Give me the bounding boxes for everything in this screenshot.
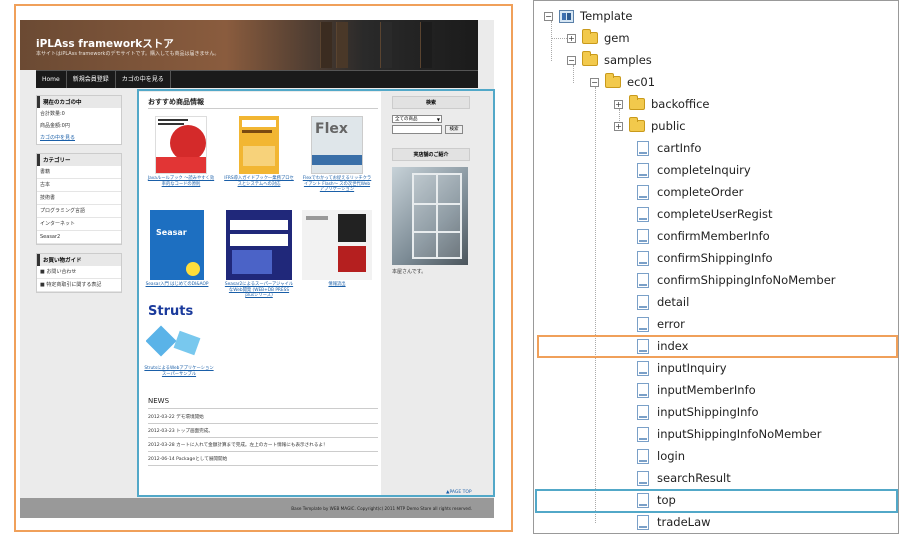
tree-file[interactable]: inputMemberInfo <box>637 381 756 399</box>
tree-folder-ec01[interactable]: − ec01 <box>590 73 655 91</box>
tree-file-label[interactable]: error <box>657 317 685 331</box>
collapse-icon[interactable]: − <box>567 55 576 65</box>
tree-file[interactable]: error <box>637 315 685 333</box>
tree-file-label[interactable]: confirmShippingInfoNoMember <box>657 273 836 287</box>
file-icon <box>637 382 649 398</box>
tree-file-label[interactable]: confirmMemberInfo <box>657 229 770 243</box>
collapse-icon[interactable]: − <box>590 77 599 87</box>
tree-file[interactable]: confirmMemberInfo <box>637 227 770 245</box>
tree-root[interactable]: − Template <box>544 7 632 25</box>
tree-file[interactable]: detail <box>637 293 689 311</box>
expand-icon[interactable]: + <box>567 33 576 43</box>
file-icon <box>637 140 649 156</box>
folder-icon <box>629 95 645 110</box>
tree-folder-label[interactable]: backoffice <box>651 97 709 111</box>
tree-file[interactable]: inputShippingInfoNoMember <box>637 425 821 443</box>
tree-file-label[interactable]: tradeLaw <box>657 515 711 529</box>
file-icon <box>637 426 649 442</box>
folder-open-icon <box>605 73 621 88</box>
folder-icon <box>629 117 645 132</box>
tree-file[interactable]: confirmShippingInfo <box>637 249 773 267</box>
tree-folder-label[interactable]: samples <box>604 53 652 67</box>
tree-folder-label[interactable]: gem <box>604 31 630 45</box>
file-icon <box>637 228 649 244</box>
tree-file-label[interactable]: inputMemberInfo <box>657 383 756 397</box>
highlight-index-file <box>537 335 898 358</box>
template-root-icon <box>559 9 574 23</box>
file-icon <box>637 470 649 486</box>
tree-file-label[interactable]: cartInfo <box>657 141 701 155</box>
tree-file[interactable]: searchResult <box>637 469 731 487</box>
file-icon <box>637 250 649 266</box>
file-icon <box>637 316 649 332</box>
tree-file[interactable]: confirmShippingInfoNoMember <box>637 271 836 289</box>
file-icon <box>637 514 649 530</box>
file-icon <box>637 272 649 288</box>
folder-open-icon <box>582 51 598 66</box>
tree-folder-label[interactable]: ec01 <box>627 75 655 89</box>
tree-folder-label[interactable]: public <box>651 119 686 133</box>
tree-file[interactable]: completeUserRegist <box>637 205 772 223</box>
highlight-top-file <box>535 489 898 513</box>
tree-file-label[interactable]: detail <box>657 295 689 309</box>
tree-file[interactable]: completeInquiry <box>637 161 751 179</box>
tree-file[interactable]: completeOrder <box>637 183 743 201</box>
expand-icon[interactable]: + <box>614 99 623 109</box>
tree-folder-backoffice[interactable]: + backoffice <box>614 95 709 113</box>
file-icon <box>637 162 649 178</box>
tree-file[interactable]: inputInquiry <box>637 359 727 377</box>
template-tree: − Template + gem − samples − ec01 + back… <box>533 0 899 534</box>
tree-file[interactable]: tradeLaw <box>637 513 711 531</box>
file-icon <box>637 184 649 200</box>
collapse-icon[interactable]: − <box>544 11 553 21</box>
tree-file-label[interactable]: confirmShippingInfo <box>657 251 773 265</box>
tree-file-label[interactable]: inputInquiry <box>657 361 727 375</box>
file-icon <box>637 404 649 420</box>
tree-root-label[interactable]: Template <box>580 9 632 23</box>
tree-folder-gem[interactable]: + gem <box>567 29 630 47</box>
folder-icon <box>582 29 598 44</box>
tree-file-label[interactable]: inputShippingInfoNoMember <box>657 427 821 441</box>
tree-file[interactable]: cartInfo <box>637 139 701 157</box>
file-icon <box>637 448 649 464</box>
tree-folder-public[interactable]: + public <box>614 117 686 135</box>
tree-file-label[interactable]: completeUserRegist <box>657 207 772 221</box>
tree-file[interactable]: inputShippingInfo <box>637 403 759 421</box>
tree-file-label[interactable]: completeInquiry <box>657 163 751 177</box>
tree-file-label[interactable]: searchResult <box>657 471 731 485</box>
expand-icon[interactable]: + <box>614 121 623 131</box>
tree-file-label[interactable]: login <box>657 449 685 463</box>
tree-file-label[interactable]: completeOrder <box>657 185 743 199</box>
highlight-top-area <box>137 89 495 497</box>
tree-file[interactable]: login <box>637 447 685 465</box>
tree-file-label[interactable]: inputShippingInfo <box>657 405 759 419</box>
file-icon <box>637 360 649 376</box>
file-icon <box>637 206 649 222</box>
file-icon <box>637 294 649 310</box>
tree-folder-samples[interactable]: − samples <box>567 51 652 69</box>
